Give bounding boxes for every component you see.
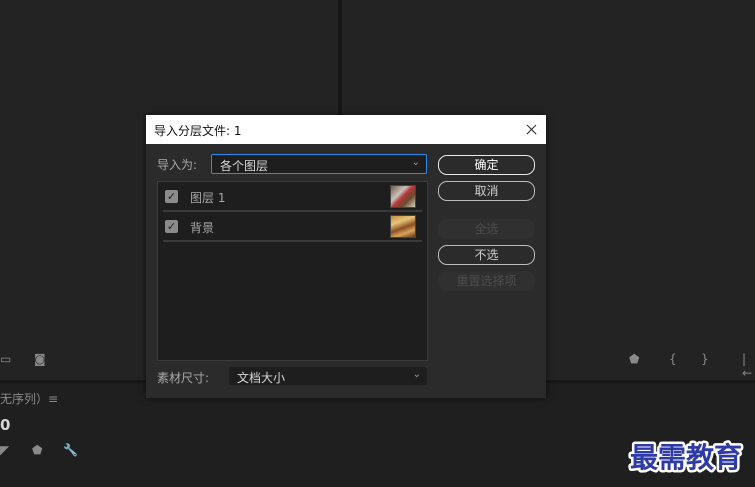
footage-size-value: 文档大小	[237, 371, 286, 385]
marker-icon[interactable]: ⬟	[629, 352, 639, 366]
mark-out-icon[interactable]: }	[701, 352, 709, 366]
go-to-in-icon[interactable]: |←	[742, 352, 755, 380]
camera-icon[interactable]: ◙	[34, 352, 46, 366]
layer-name: 图层 1	[190, 191, 226, 205]
layer-checkbox[interactable]: ✓	[165, 190, 178, 203]
select-all-button[interactable]: 全选	[438, 219, 535, 239]
mark-in-icon[interactable]: {	[669, 352, 677, 366]
dialog-titlebar: 导入分层文件: 1	[146, 115, 546, 144]
timecode-display[interactable]: 0	[0, 416, 10, 434]
snap-icon[interactable]: ◤	[0, 443, 9, 457]
import-as-select[interactable]: 各个图层 ⌄	[211, 154, 427, 174]
dialog-title: 导入分层文件: 1	[154, 124, 242, 138]
svg-text:最需教育: 最需教育	[630, 441, 742, 474]
watermark-logo: 最需教育 最需教育	[628, 439, 745, 477]
panel-menu-icon[interactable]: ≡	[48, 392, 58, 406]
add-marker-icon[interactable]: ⬟	[32, 443, 42, 457]
layer-thumbnail	[390, 215, 416, 238]
select-none-button[interactable]: 不选	[438, 245, 535, 265]
import-as-label: 导入为:	[157, 158, 198, 172]
wrench-icon[interactable]: 🔧	[63, 443, 78, 457]
ok-button[interactable]: 确定	[438, 155, 535, 175]
layer-name: 背景	[190, 221, 215, 235]
layer-checkbox[interactable]: ✓	[165, 220, 178, 233]
import-as-value: 各个图层	[220, 159, 269, 173]
cancel-button[interactable]: 取消	[438, 181, 535, 201]
layer-list: ✓ 图层 1 ✓ 背景	[157, 181, 428, 361]
layer-row[interactable]: ✓ 背景	[163, 212, 422, 242]
chevron-down-icon: ⌄	[411, 157, 420, 168]
chevron-down-icon: ⌄	[412, 369, 421, 380]
export-frame-icon[interactable]: ▭	[0, 352, 11, 366]
footage-size-label: 素材尺寸:	[157, 371, 210, 385]
close-icon[interactable]	[516, 115, 546, 144]
layer-thumbnail	[390, 185, 416, 208]
sequence-tab-label[interactable]: 无序列）	[0, 390, 48, 407]
layer-row[interactable]: ✓ 图层 1	[163, 182, 422, 212]
footage-size-select[interactable]: 文档大小 ⌄	[229, 367, 427, 385]
import-layered-file-dialog: 导入分层文件: 1 导入为: 各个图层 ⌄ ✓ 图层 1 ✓ 背景 素材尺寸: …	[146, 115, 546, 398]
reset-selection-button[interactable]: 重置选择项	[438, 271, 535, 291]
